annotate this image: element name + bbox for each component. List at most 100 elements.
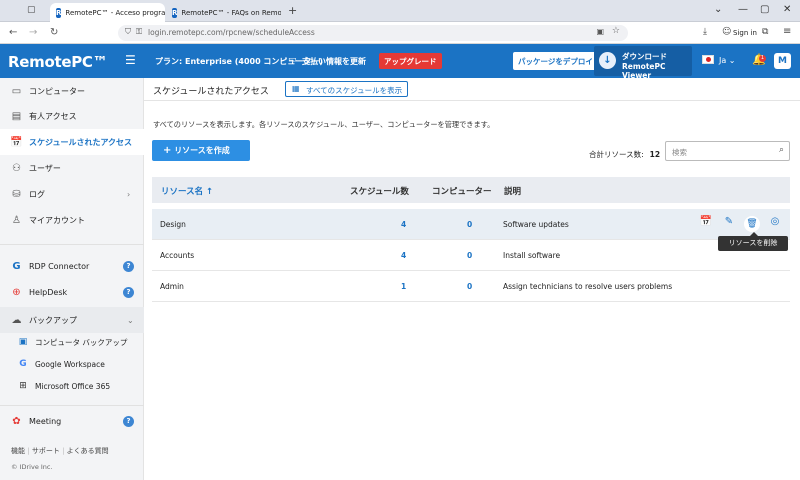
- menu-icon[interactable]: ≡: [783, 26, 791, 37]
- sidebar-item-attended-access[interactable]: ▤ 有人アクセス: [0, 103, 144, 129]
- table-row[interactable]: Design 4 0 Software updates 📅 ✎ 🗑 ◎: [152, 209, 790, 240]
- new-tab-icon[interactable]: +: [288, 4, 297, 17]
- view-all-schedules-button[interactable]: ▦ すべてのスケジュールを表示: [285, 81, 409, 97]
- reload-icon[interactable]: ↻: [50, 27, 58, 38]
- sidebar-divider: [0, 405, 144, 406]
- sidebar-item-helpdesk[interactable]: ⊕ HelpDesk ?: [0, 279, 144, 305]
- site-info-icon[interactable]: ⚿: [136, 27, 142, 37]
- delete-icon[interactable]: 🗑: [744, 216, 760, 232]
- sidebar-item-label: バックアップ: [29, 315, 77, 325]
- schedule-settings-icon[interactable]: 📅: [699, 216, 713, 227]
- sidebar-item-backup[interactable]: ☁ バックアップ ⌄: [0, 307, 144, 333]
- sort-asc-icon[interactable]: ↑: [206, 187, 213, 197]
- faq-link[interactable]: よくある質問: [67, 447, 109, 455]
- tab-remotepc-faqs[interactable]: R RemotePC™ - FAQs on Remote I ✕: [166, 3, 281, 22]
- schedule-count-link[interactable]: 1: [401, 282, 406, 291]
- sign-in-link[interactable]: Sign in: [733, 29, 757, 37]
- downloads-icon[interactable]: ⤓: [703, 27, 707, 37]
- calendar-icon: 📅: [10, 136, 23, 148]
- sidebar-item-users[interactable]: ⚇ ユーザー: [0, 155, 144, 181]
- sidebar-subitem-computer-backup[interactable]: ▣ コンピュータ バックアップ: [0, 331, 144, 353]
- schedule-count-link[interactable]: 4: [401, 220, 406, 229]
- plus-icon: +: [163, 145, 172, 156]
- computer-count-link[interactable]: 0: [467, 251, 472, 260]
- sidebar-item-scheduled-access[interactable]: 📅 スケジュールされたアクセス: [0, 129, 144, 155]
- tracking-shield-icon[interactable]: ⛉: [125, 27, 131, 37]
- deploy-package-button[interactable]: パッケージをデプロイ: [513, 52, 598, 70]
- url-field[interactable]: ⛉ ⚿ login.remotepc.com/rpcnew/scheduleAc…: [118, 25, 628, 41]
- user-avatar[interactable]: M: [774, 53, 791, 69]
- remotepc-favicon: R: [56, 7, 62, 18]
- tab-overview-icon[interactable]: ▢: [27, 5, 36, 15]
- remotepc-logo[interactable]: RemotePC™: [8, 53, 108, 71]
- sidebar-subitem-office365[interactable]: ⊞ Microsoft Office 365: [0, 375, 144, 397]
- sidebar-item-label: Meeting: [29, 416, 62, 426]
- help-icon[interactable]: ?: [123, 286, 134, 298]
- maximize-icon[interactable]: ▢: [760, 4, 769, 15]
- log-icon: ⛁: [12, 188, 21, 200]
- browser-tab-bar: ▢ R RemotePC™ - Acceso programa ✕ R Remo…: [0, 0, 800, 22]
- column-header-name[interactable]: リソース名 ↑: [161, 185, 213, 197]
- tab-remotepc-acceso[interactable]: R RemotePC™ - Acceso programa ✕: [50, 3, 165, 22]
- resource-description: Assign technicians to resolve users prob…: [503, 282, 673, 291]
- computer-count-link[interactable]: 0: [467, 220, 472, 229]
- minimize-icon[interactable]: —: [738, 4, 748, 15]
- view-icon[interactable]: ◎: [768, 216, 782, 227]
- sidebar-divider: [0, 244, 144, 245]
- tab-label: RemotePC™ - Acceso programa: [65, 8, 165, 17]
- plan-label: プラン: Enterprise (4000 コンピューター): [155, 57, 324, 66]
- schedule-count-link[interactable]: 4: [401, 251, 406, 260]
- sidebar-subitem-label: Google Workspace: [35, 359, 105, 369]
- japan-flag-icon[interactable]: [702, 55, 714, 64]
- sidebar-item-label: コンピューター: [29, 86, 85, 96]
- tab-list-chevron-icon[interactable]: ⌄: [714, 4, 722, 15]
- payment-update-link[interactable]: 支払い情報を更新: [302, 56, 366, 67]
- create-resource-button[interactable]: + リソースを作成: [152, 140, 250, 161]
- copyright: © IDrive Inc.: [11, 463, 53, 471]
- upgrade-button[interactable]: アップグレード: [379, 53, 442, 69]
- resource-name[interactable]: Admin: [160, 282, 184, 291]
- search-input[interactable]: 検索 ⌕: [665, 141, 790, 161]
- help-icon[interactable]: ?: [123, 415, 134, 427]
- reader-view-icon[interactable]: ▣: [596, 27, 604, 36]
- sidebar-item-meeting[interactable]: ✿ Meeting ?: [0, 408, 144, 434]
- sidebar-item-rdp-connector[interactable]: G RDP Connector ?: [0, 253, 144, 279]
- page-title: スケジュールされたアクセス: [153, 87, 269, 97]
- page-title-bar: スケジュールされたアクセス ▦ すべてのスケジュールを表示: [144, 78, 800, 101]
- computer-count-link[interactable]: 0: [467, 282, 472, 291]
- hamburger-menu-icon[interactable]: ☰: [125, 53, 136, 67]
- resource-name[interactable]: Design: [160, 220, 186, 229]
- sidebar: ▭ コンピューター ▤ 有人アクセス 📅 スケジュールされたアクセス ⚇ ユーザ…: [0, 78, 144, 480]
- sidebar-item-my-account[interactable]: ♙ マイアカウント: [0, 207, 144, 233]
- sidebar-item-computers[interactable]: ▭ コンピューター: [0, 78, 144, 104]
- language-selector[interactable]: Ja ⌄: [719, 56, 736, 65]
- account-icon[interactable]: ☺: [722, 27, 731, 37]
- tab-label: RemotePC™ - FAQs on Remote I: [181, 8, 281, 17]
- computer-backup-icon: ▣: [18, 337, 28, 347]
- download-viewer-button[interactable]: ↓ ダウンロード RemotePC Viewer: [594, 46, 692, 80]
- search-icon[interactable]: ⌕: [779, 145, 784, 155]
- windows-icon: ⊞: [19, 381, 27, 391]
- back-icon[interactable]: ←: [9, 27, 17, 38]
- backup-icon: ☁: [11, 314, 22, 326]
- sidebar-subitem-google-workspace[interactable]: G Google Workspace: [0, 353, 144, 375]
- table-row[interactable]: Accounts 4 0 Install software: [152, 240, 790, 271]
- sidebar-item-logs[interactable]: ⛁ ログ ›: [0, 181, 144, 207]
- total-resources: 合計リソース数: 12: [589, 149, 660, 160]
- help-icon[interactable]: ?: [123, 260, 134, 272]
- sidebar-item-label: HelpDesk: [29, 287, 68, 297]
- table-row[interactable]: Admin 1 0 Assign technicians to resolve …: [152, 271, 790, 302]
- resource-name[interactable]: Accounts: [160, 251, 194, 260]
- page-description: すべてのリソースを表示します。各リソースのスケジュール、ユーザー、コンピューター…: [153, 120, 495, 129]
- features-link[interactable]: 機能: [11, 447, 25, 455]
- sidebar-subitem-label: コンピュータ バックアップ: [35, 337, 128, 347]
- support-link[interactable]: サポート: [32, 447, 60, 455]
- sidebar-item-label: マイアカウント: [29, 215, 85, 225]
- column-header-label: リソース名: [161, 187, 204, 197]
- address-bar-row: ← → ↻ ⛉ ⚿ login.remotepc.com/rpcnew/sche…: [0, 22, 800, 44]
- edit-icon[interactable]: ✎: [722, 216, 736, 227]
- bookmark-star-icon[interactable]: ☆: [612, 26, 620, 36]
- extensions-icon[interactable]: ⧉: [762, 27, 768, 37]
- close-window-icon[interactable]: ✕: [783, 4, 791, 15]
- forward-icon[interactable]: →: [29, 27, 37, 38]
